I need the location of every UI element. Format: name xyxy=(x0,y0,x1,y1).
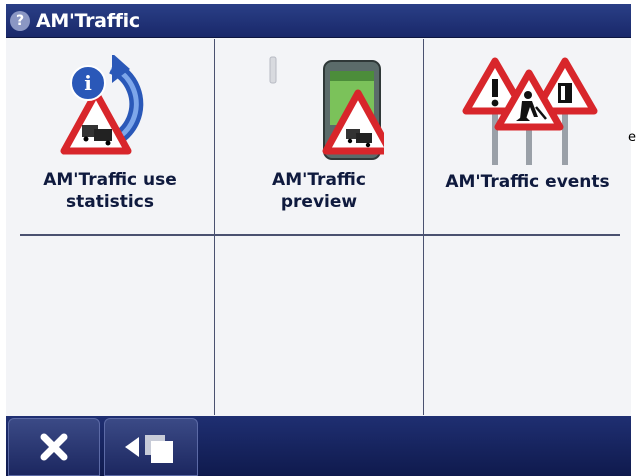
title-bar: ? AM'Traffic xyxy=(6,4,631,38)
menu-grid: i AM'Traffic use statistics AM'Traffic p… xyxy=(6,39,631,415)
preview-device-icon xyxy=(269,56,384,160)
menu-item-label: statistics xyxy=(66,192,154,212)
screen: ? AM'Traffic i AM'Traffic use statistics… xyxy=(6,4,631,476)
road-signs-icon xyxy=(462,57,597,165)
grid-divider xyxy=(423,39,424,415)
menu-item-label: AM'Traffic xyxy=(272,170,366,190)
back-icon xyxy=(125,435,173,463)
menu-item-events[interactable]: AM'Traffic events xyxy=(424,39,631,234)
menu-item-label: preview xyxy=(280,192,358,212)
menu-item-label: AM'Traffic events xyxy=(445,172,610,192)
close-button[interactable] xyxy=(8,418,100,476)
help-icon[interactable]: ? xyxy=(10,10,30,31)
bottom-toolbar xyxy=(6,416,631,476)
statistics-icon: i xyxy=(60,55,144,155)
grid-divider xyxy=(214,39,215,415)
close-icon xyxy=(40,433,68,461)
menu-item-label: AM'Traffic use xyxy=(43,170,177,190)
menu-item-preview[interactable]: AM'Traffic preview xyxy=(215,39,423,234)
window-title: AM'Traffic xyxy=(36,9,140,32)
grid-divider xyxy=(20,234,620,236)
menu-item-use-statistics[interactable]: i AM'Traffic use statistics xyxy=(6,39,214,234)
back-button[interactable] xyxy=(104,418,198,476)
edge-text: e xyxy=(628,130,636,145)
svg-text:i: i xyxy=(84,71,92,95)
